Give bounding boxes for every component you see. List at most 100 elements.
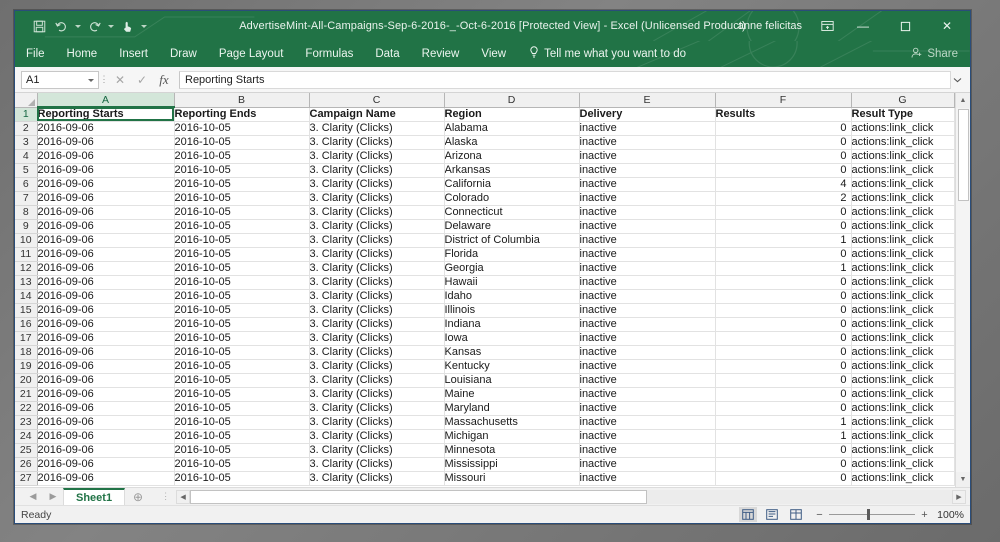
cell-F16[interactable]: 0	[715, 317, 852, 332]
cell-C15[interactable]: 3. Clarity (Clicks)	[309, 303, 445, 318]
horizontal-scroll-thumb[interactable]	[190, 489, 648, 504]
save-icon[interactable]	[29, 16, 49, 36]
row-header-9[interactable]: 9	[15, 219, 38, 234]
cell-G6[interactable]: actions:link_click	[851, 177, 955, 192]
cell-A9[interactable]: 2016-09-06	[37, 219, 175, 234]
cell-B24[interactable]: 2016-10-05	[174, 429, 310, 444]
formula-input[interactable]: Reporting Starts	[179, 70, 951, 89]
cell-G13[interactable]: actions:link_click	[851, 275, 955, 290]
cell-G9[interactable]: actions:link_click	[851, 219, 955, 234]
cell-D6[interactable]: California	[444, 177, 580, 192]
page-break-preview-icon[interactable]	[787, 507, 805, 522]
cell-B14[interactable]: 2016-10-05	[174, 289, 310, 304]
cell-C23[interactable]: 3. Clarity (Clicks)	[309, 415, 445, 430]
cell-C21[interactable]: 3. Clarity (Clicks)	[309, 387, 445, 402]
cell-D23[interactable]: Massachusetts	[444, 415, 580, 430]
cell-A23[interactable]: 2016-09-06	[37, 415, 175, 430]
cell-A15[interactable]: 2016-09-06	[37, 303, 175, 318]
cell-D16[interactable]: Indiana	[444, 317, 580, 332]
account-name[interactable]: anne felicitas	[738, 20, 802, 32]
cell-header-G1[interactable]: Result Type	[851, 107, 955, 122]
column-header-f[interactable]: F	[715, 93, 852, 108]
cell-C25[interactable]: 3. Clarity (Clicks)	[309, 443, 445, 458]
row-header-3[interactable]: 3	[15, 135, 38, 150]
cell-C17[interactable]: 3. Clarity (Clicks)	[309, 331, 445, 346]
cell-A17[interactable]: 2016-09-06	[37, 331, 175, 346]
cell-E8[interactable]: inactive	[579, 205, 716, 220]
cell-D19[interactable]: Kentucky	[444, 359, 580, 374]
cell-A12[interactable]: 2016-09-06	[37, 261, 175, 276]
cell-E19[interactable]: inactive	[579, 359, 716, 374]
cell-F27[interactable]: 0	[715, 471, 852, 486]
close-button[interactable]: ✕	[926, 11, 968, 41]
cell-F14[interactable]: 0	[715, 289, 852, 304]
cell-A6[interactable]: 2016-09-06	[37, 177, 175, 192]
row-header-27[interactable]: 27	[15, 471, 38, 486]
cell-C6[interactable]: 3. Clarity (Clicks)	[309, 177, 445, 192]
cell-F11[interactable]: 0	[715, 247, 852, 262]
cell-C18[interactable]: 3. Clarity (Clicks)	[309, 345, 445, 360]
redo-icon[interactable]	[84, 16, 104, 36]
zoom-level-label[interactable]: 100%	[934, 509, 964, 521]
cell-G17[interactable]: actions:link_click	[851, 331, 955, 346]
row-header-18[interactable]: 18	[15, 345, 38, 360]
cell-C19[interactable]: 3. Clarity (Clicks)	[309, 359, 445, 374]
cell-E2[interactable]: inactive	[579, 121, 716, 136]
cell-B9[interactable]: 2016-10-05	[174, 219, 310, 234]
cell-C4[interactable]: 3. Clarity (Clicks)	[309, 149, 445, 164]
customize-quick-access-toolbar-icon[interactable]	[139, 16, 148, 36]
zoom-in-button[interactable]: +	[920, 509, 929, 521]
cell-E9[interactable]: inactive	[579, 219, 716, 234]
cell-B3[interactable]: 2016-10-05	[174, 135, 310, 150]
cell-C13[interactable]: 3. Clarity (Clicks)	[309, 275, 445, 290]
cell-D11[interactable]: Florida	[444, 247, 580, 262]
cell-E4[interactable]: inactive	[579, 149, 716, 164]
column-header-e[interactable]: E	[579, 93, 716, 108]
cancel-entry-icon[interactable]: ✕	[109, 70, 131, 90]
restore-button[interactable]	[884, 11, 926, 41]
ribbon-tab-draw[interactable]: Draw	[159, 41, 208, 67]
cell-B23[interactable]: 2016-10-05	[174, 415, 310, 430]
cell-A10[interactable]: 2016-09-06	[37, 233, 175, 248]
cell-D17[interactable]: Iowa	[444, 331, 580, 346]
horizontal-scroll-track[interactable]	[190, 489, 952, 504]
ribbon-tab-file[interactable]: File	[15, 41, 56, 67]
undo-icon[interactable]	[51, 16, 71, 36]
ribbon-tab-page-layout[interactable]: Page Layout	[208, 41, 295, 67]
cell-D2[interactable]: Alabama	[444, 121, 580, 136]
tell-me-search[interactable]: Tell me what you want to do	[517, 41, 686, 67]
cell-F9[interactable]: 0	[715, 219, 852, 234]
cell-E21[interactable]: inactive	[579, 387, 716, 402]
cell-G27[interactable]: actions:link_click	[851, 471, 955, 486]
cell-F24[interactable]: 1	[715, 429, 852, 444]
cell-E20[interactable]: inactive	[579, 373, 716, 388]
row-header-26[interactable]: 26	[15, 457, 38, 472]
cell-B20[interactable]: 2016-10-05	[174, 373, 310, 388]
cell-E22[interactable]: inactive	[579, 401, 716, 416]
cell-F13[interactable]: 0	[715, 275, 852, 290]
cell-E14[interactable]: inactive	[579, 289, 716, 304]
page-layout-view-icon[interactable]	[763, 507, 781, 522]
cell-G22[interactable]: actions:link_click	[851, 401, 955, 416]
cell-E26[interactable]: inactive	[579, 457, 716, 472]
cell-D18[interactable]: Kansas	[444, 345, 580, 360]
cell-B8[interactable]: 2016-10-05	[174, 205, 310, 220]
column-header-a[interactable]: A	[37, 93, 175, 108]
cell-G12[interactable]: actions:link_click	[851, 261, 955, 276]
cell-F2[interactable]: 0	[715, 121, 852, 136]
row-header-13[interactable]: 13	[15, 275, 38, 290]
cell-A20[interactable]: 2016-09-06	[37, 373, 175, 388]
cell-A2[interactable]: 2016-09-06	[37, 121, 175, 136]
cell-B17[interactable]: 2016-10-05	[174, 331, 310, 346]
cell-E11[interactable]: inactive	[579, 247, 716, 262]
cell-D14[interactable]: Idaho	[444, 289, 580, 304]
cell-G21[interactable]: actions:link_click	[851, 387, 955, 402]
cell-C22[interactable]: 3. Clarity (Clicks)	[309, 401, 445, 416]
cell-E10[interactable]: inactive	[579, 233, 716, 248]
ribbon-tab-insert[interactable]: Insert	[108, 41, 159, 67]
cell-A22[interactable]: 2016-09-06	[37, 401, 175, 416]
cell-D20[interactable]: Louisiana	[444, 373, 580, 388]
cell-F5[interactable]: 0	[715, 163, 852, 178]
vertical-scroll-thumb[interactable]	[957, 109, 969, 201]
cell-G4[interactable]: actions:link_click	[851, 149, 955, 164]
